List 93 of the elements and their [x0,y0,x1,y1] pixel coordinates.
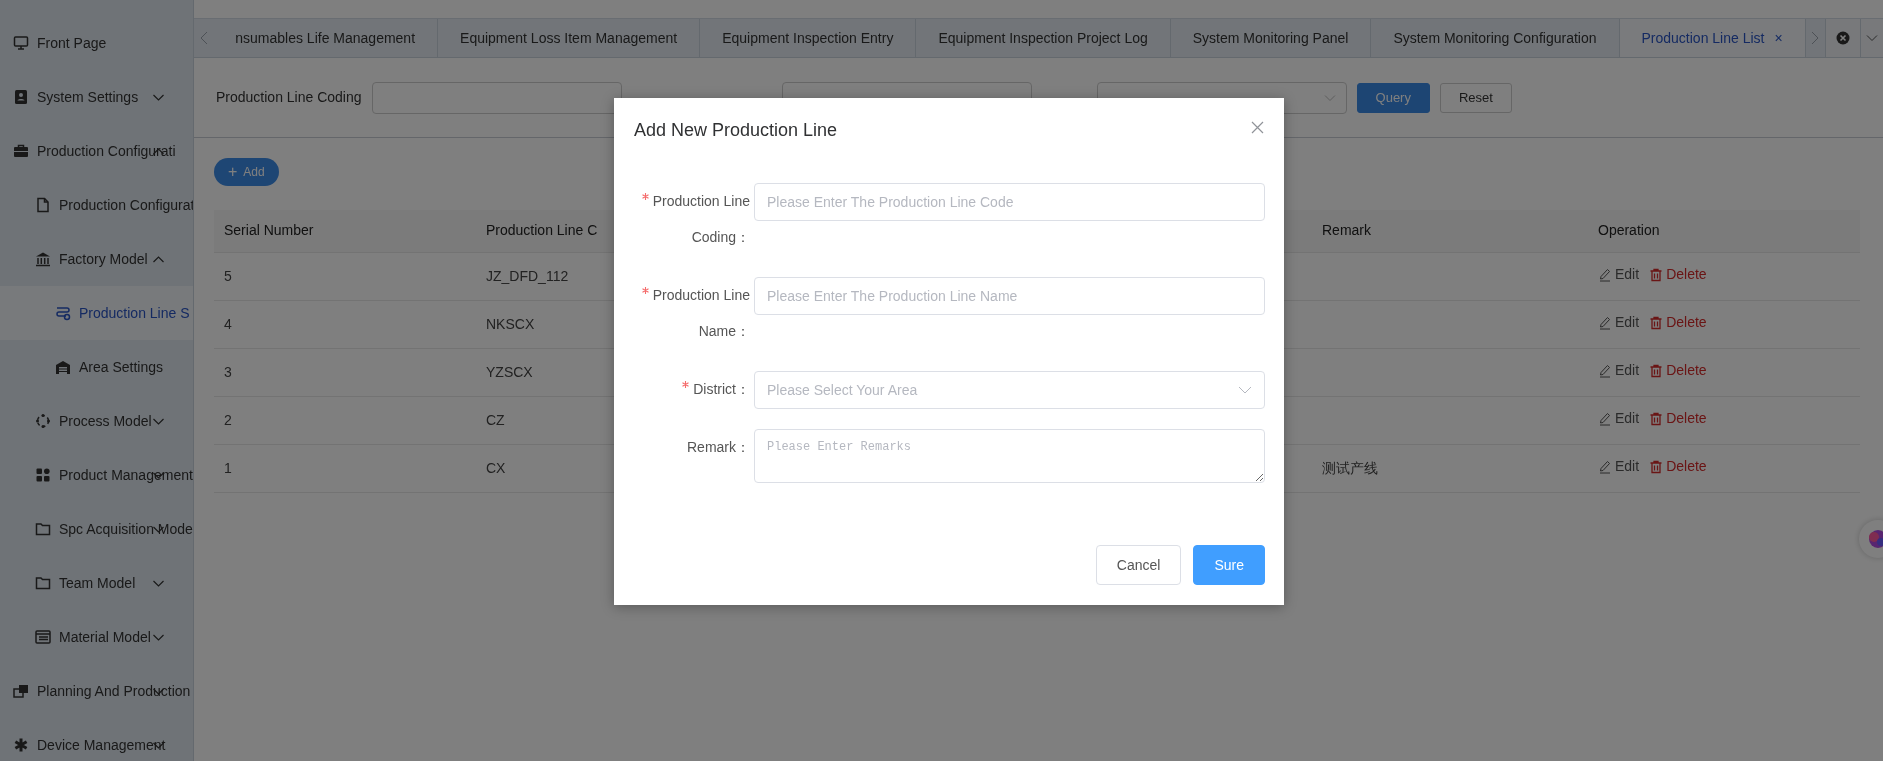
select-field[interactable]: Please Select Your Area [754,371,1265,409]
field-label: Production Line Name： [652,287,750,339]
delete-link[interactable]: Delete [1649,264,1707,286]
sidebar-item[interactable]: Process Model [0,394,193,448]
field-label: Remark： [687,439,750,455]
tab[interactable]: Equipment Inspection Project Log [916,19,1171,57]
table-cell: 1 [224,459,232,476]
briefcase-icon [13,143,29,159]
sidebar-item[interactable]: System Settings [0,70,193,124]
reset-button[interactable]: Reset [1439,82,1512,113]
remark-field[interactable]: Please Enter Remarks [754,429,1265,483]
query-button[interactable]: Query [1356,82,1430,113]
trash-icon [1649,363,1664,378]
folder-icon [35,521,51,537]
scroll-left-icon[interactable] [199,31,208,45]
table-cell: CX [486,459,506,476]
delete-link[interactable]: Delete [1649,360,1707,382]
pencil-icon [1598,315,1612,330]
table-cell: NKSCX [486,315,535,332]
close-icon[interactable] [1251,121,1264,134]
field-label: Production Line Coding： [652,193,750,245]
folder-icon [35,575,51,591]
dropdown-icon[interactable] [1866,34,1879,42]
edit-link[interactable]: Edit [1598,264,1640,286]
grid-icon [35,467,51,483]
table-cell: 3 [224,363,232,380]
edit-link[interactable]: Edit [1598,408,1640,430]
filter-label: Production Line Coding [216,88,362,107]
tab[interactable]: Equipment Loss Item Management [438,19,701,57]
table-cell: CZ [486,411,505,428]
close-all-icon[interactable] [1836,31,1850,45]
sidebar-item[interactable]: Team Model [0,556,193,610]
add-button[interactable]: + Add [214,158,279,186]
edit-link[interactable]: Edit [1598,312,1640,334]
route-icon [55,305,71,321]
sidebar-item[interactable]: Product Management [0,448,193,502]
table-cell: YZSCX [486,363,533,380]
dialog-title: Add New Production Line [634,120,838,142]
warehouse-icon [55,359,71,375]
table-cell: 2 [224,411,232,428]
tab[interactable]: System Monitoring Panel [1170,19,1372,57]
sidebar-item[interactable]: Device Management [0,718,193,761]
delete-link[interactable]: Delete [1649,312,1707,334]
column-header: Remark [1322,222,1371,239]
input-field[interactable]: Please Enter The Production Line Name [754,277,1265,315]
pencil-icon [1598,267,1612,282]
assistant-icon [1869,530,1883,548]
delete-link[interactable]: Delete [1649,456,1707,478]
sidebar-item[interactable]: Production Line S [0,286,193,340]
trash-icon [1649,315,1664,330]
tab[interactable]: Equipment Inspection Entry [700,19,917,57]
cancel-button[interactable]: Cancel [1095,545,1182,585]
column-header: Production Line C [486,222,598,239]
sidebar-item[interactable]: Front Page [0,16,193,70]
monitor-icon [13,35,29,51]
cycle-icon [35,413,51,429]
sidebar-item[interactable]: Planning And Production [0,664,193,718]
bank-icon [35,251,51,267]
pencil-icon [1598,411,1612,426]
trash-icon [1649,459,1664,474]
contact-book-icon [13,89,29,105]
sidebar-item[interactable]: Factory Model [0,232,193,286]
scroll-right-icon[interactable] [1811,31,1820,45]
edit-link[interactable]: Edit [1598,360,1640,382]
pencil-icon [1598,363,1612,378]
delete-link[interactable]: Delete [1649,408,1707,430]
trash-icon [1649,411,1664,426]
document-icon [35,197,51,213]
sidebar-item[interactable]: Spc Acquisition Mode [0,502,193,556]
table-cell: JZ_DFD_112 [486,267,569,284]
table-cell: 4 [224,315,232,332]
asterisk-icon [13,737,29,753]
tab[interactable]: Production Line List × [1619,19,1806,57]
table-icon [35,629,51,645]
tab[interactable]: System Monitoring Configuration [1371,19,1620,57]
column-header: Operation [1598,222,1660,239]
edit-link[interactable]: Edit [1598,456,1640,478]
sidebar-item[interactable]: Area Settings [0,340,193,394]
sidebar-item[interactable]: Production Configurati [0,124,193,178]
windows-icon [13,683,29,699]
table-cell: 测试产线 [1322,459,1378,476]
table-cell: 5 [224,267,232,284]
tab-close-button[interactable]: × [1774,27,1783,49]
column-header: Serial Number [224,222,314,239]
trash-icon [1649,267,1664,282]
field-label: District： [693,381,750,397]
tab[interactable]: nsumables Life Management [213,19,439,57]
chevron-down-icon [1238,386,1252,394]
sidebar-item[interactable]: Material Model [0,610,193,664]
pencil-icon [1598,459,1612,474]
input-field[interactable] [371,81,622,114]
input-field[interactable]: Please Enter The Production Line Code [754,183,1265,221]
confirm-button[interactable]: Sure [1193,545,1265,585]
